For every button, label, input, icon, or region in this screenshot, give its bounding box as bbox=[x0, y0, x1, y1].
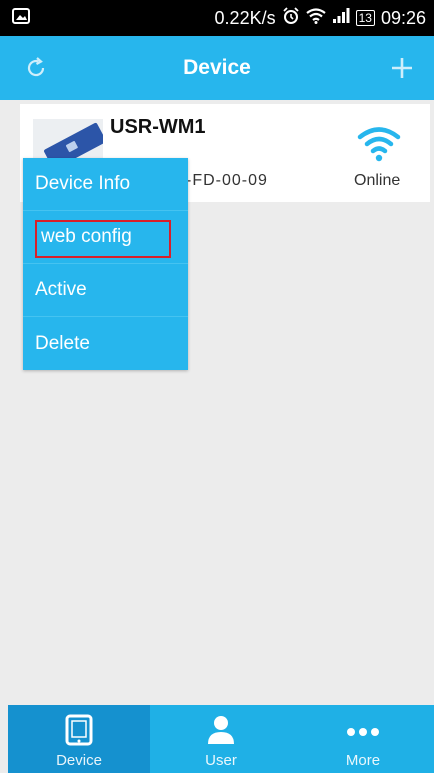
menu-item-delete[interactable]: Delete bbox=[23, 317, 188, 370]
status-bar: 0.22K/s 13 09:26 bbox=[0, 0, 434, 36]
menu-item-label: Active bbox=[35, 279, 87, 300]
tab-label: More bbox=[345, 752, 381, 769]
device-mac: -FD-00-09 bbox=[186, 172, 268, 189]
tablet-icon bbox=[64, 714, 94, 750]
alarm-icon bbox=[282, 6, 300, 30]
user-icon bbox=[205, 714, 237, 750]
more-icon bbox=[345, 724, 381, 741]
tab-device[interactable]: Device bbox=[8, 705, 150, 773]
menu-item-label: Device Info bbox=[35, 173, 131, 194]
page-title: Device bbox=[183, 56, 251, 79]
battery-icon: 13 bbox=[355, 10, 375, 26]
wifi-icon bbox=[356, 124, 402, 164]
network-speed: 0.22K/s bbox=[214, 7, 276, 28]
wifi-signal-icon bbox=[305, 7, 326, 29]
menu-item-active[interactable]: Active bbox=[23, 264, 188, 317]
tab-user[interactable]: User bbox=[150, 705, 292, 773]
cell-signal-icon bbox=[332, 7, 350, 29]
tab-label: User bbox=[205, 752, 237, 769]
plus-icon[interactable] bbox=[384, 50, 420, 86]
menu-item-web-config[interactable]: web config bbox=[23, 211, 188, 264]
image-icon bbox=[12, 8, 30, 29]
menu-item-label: Delete bbox=[35, 332, 90, 354]
app-header: Device bbox=[0, 36, 434, 100]
menu-item-device-info[interactable]: Device Info bbox=[23, 158, 188, 211]
context-menu: Device Info web config Active Delete bbox=[23, 158, 188, 370]
device-name: USR-WM1 bbox=[110, 116, 206, 138]
menu-item-label: web config bbox=[41, 226, 132, 247]
tab-bar: Device User More bbox=[8, 705, 434, 773]
tab-more[interactable]: More bbox=[292, 705, 434, 773]
clock-time: 09:26 bbox=[380, 7, 426, 28]
tab-label: Device bbox=[56, 752, 102, 769]
refresh-icon[interactable] bbox=[18, 50, 54, 86]
device-status: Online bbox=[354, 172, 401, 189]
